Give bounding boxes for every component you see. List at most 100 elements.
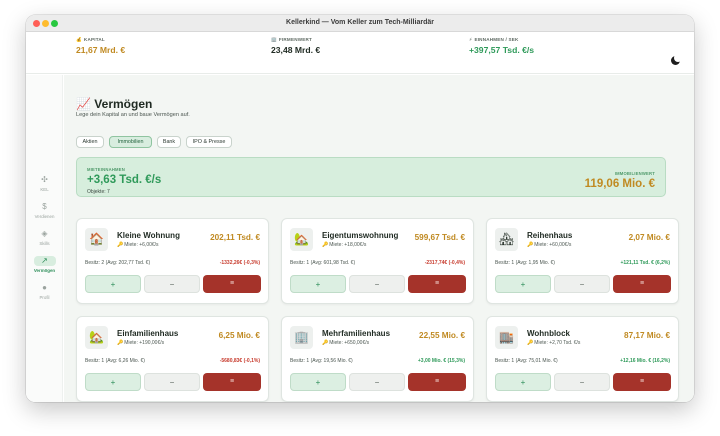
buy-button[interactable]: + [290,373,346,391]
sidebar-item-label: Profil [39,295,50,300]
key-icon: 🔑 [117,340,124,346]
property-name: Reihenhaus [527,231,573,240]
property-card: 🏠 Kleine Wohnung 🔑Miete: +6,00€/s 202,11 Ts… [76,218,269,304]
property-card: 🏬 Wohnblock 🔑Miete: +2,70 Tsd. €/s 87,17 Mi… [486,316,679,402]
page-title: 📈 Vermögen [76,97,153,111]
property-rent: 🔑Miete: +60,00€/s [527,242,572,248]
cross-icon: ✣ [41,175,48,184]
property-rent: 🔑Miete: +650,00€/s [322,340,370,346]
stat-einnahmen: ⚡ EINNAHMEN / SEK +397,57 Tsd. €/s [469,37,534,55]
property-change: +3,00 Mio. € (15,3%) [417,358,465,364]
key-icon: 🔑 [117,242,124,248]
property-rent: 🔑Miete: +18,00€/s [322,242,367,248]
property-rent: 🔑Miete: +6,00€/s [117,242,159,248]
rent-income-value: +3,63 Tsd. €/s [87,174,162,186]
sidebar-item-label: KEL [40,187,49,192]
sell-button[interactable]: − [349,373,405,391]
title-bar: Kellerkind — Vom Keller zum Tech-Milliar… [26,15,694,32]
sidebar-item-verdienen[interactable]: $ Verdienen [29,202,60,219]
sell-button[interactable]: − [554,275,610,293]
buy-button[interactable]: + [85,373,141,391]
house-icon: 🏢 [290,326,313,349]
sell-button[interactable]: − [144,275,200,293]
property-ownership: Besitz: 2 (Avg: 202,77 Tsd. €) [85,260,151,266]
house-icon: 🏬 [495,326,518,349]
layers-icon: ◈ [41,229,48,238]
chart-icon: 📈 [76,97,91,111]
sell-all-button[interactable]: ≡ [203,373,261,391]
property-value: 119,06 Mio. € [584,178,655,190]
buy-button[interactable]: + [85,275,141,293]
key-icon: 🔑 [322,340,329,346]
sell-button[interactable]: − [349,275,405,293]
sell-all-button[interactable]: ≡ [613,373,671,391]
sell-all-button[interactable]: ≡ [613,275,671,293]
tab-ipo-presse[interactable]: IPO & Presse [186,136,232,148]
property-name: Wohnblock [527,329,570,338]
property-change: -5680,83€ (-0,1%) [219,358,260,364]
buy-button[interactable]: + [495,373,551,391]
sidebar-item-kel[interactable]: ✣ KEL [29,175,60,192]
stat-label: EINNAHMEN / SEK [474,37,519,42]
sell-all-button[interactable]: ≡ [408,373,466,391]
sidebar-item-skills[interactable]: ◈ Skills [29,229,60,246]
property-price: 22,55 Mio. € [419,331,465,340]
stat-value: 21,67 Mrd. € [76,45,126,55]
house-icon: 🏡 [290,228,313,251]
property-name: Mehrfamilienhaus [322,329,391,338]
property-change: +121,11 Tsd. € (6,2%) [620,260,670,266]
property-value-label: IMMOBILIENWERT [614,171,655,176]
sidebar-item-vermoegen[interactable]: ↗ Vermögen [29,256,60,273]
property-card: 🏘 Reihenhaus 🔑Miete: +60,00€/s 2,07 Mio. € B… [486,218,679,304]
property-change: +12,16 Mio. € (16,2%) [620,358,670,364]
property-rent: 🔑Miete: +2,70 Tsd. €/s [527,340,581,346]
property-card: 🏡 Einfamilienhaus 🔑Miete: +190,00€/s 6,25 M… [76,316,269,402]
sell-all-button[interactable]: ≡ [203,275,261,293]
buy-button[interactable]: + [290,275,346,293]
lightning-icon: ⚡ [469,37,473,42]
property-card: 🏡 Eigentumswohnung 🔑Miete: +18,00€/s 599,67… [281,218,474,304]
property-ownership: Besitz: 1 (Avg: 75,01 Mio. €) [495,358,558,364]
dollar-icon: $ [42,202,47,211]
tab-aktien[interactable]: Aktien [76,136,104,148]
sidebar-item-label: Vermögen [33,268,56,273]
trend-up-icon: ↗ [33,256,56,266]
rent-summary-panel: MIETEINNAHMEN +3,63 Tsd. €/s Objekte: 7 … [76,157,666,197]
property-change: -1332,26€ (-0,3%) [219,260,260,266]
sell-all-button[interactable]: ≡ [408,275,466,293]
house-icon: 🏡 [85,326,108,349]
sidebar: ✣ KEL $ Verdienen ◈ Skills ↗ Vermögen ● … [26,75,63,402]
theme-toggle-moon-icon[interactable] [671,54,682,65]
property-ownership: Besitz: 1 (Avg: 6,26 Mio. €) [85,358,145,364]
sidebar-item-profil[interactable]: ● Profil [29,283,60,300]
property-name: Eigentumswohnung [322,231,399,240]
stat-value: +397,57 Tsd. €/s [469,45,535,55]
stat-kapital: 💰 KAPITAL 21,67 Mrd. € [76,37,125,55]
building-icon: 🏢 [271,37,277,42]
window-title: Kellerkind — Vom Keller zum Tech-Milliar… [286,19,434,26]
tab-immobilien[interactable]: Immobilien [109,136,152,148]
property-ownership: Besitz: 1 (Avg: 1,95 Mio. €) [495,260,555,266]
page-subtitle: Lege dein Kapital an und baue Vermögen a… [76,112,190,118]
property-price: 599,67 Tsd. € [414,233,465,242]
house-icon: 🏠 [85,228,108,251]
app-window: Kellerkind — Vom Keller zum Tech-Milliar… [26,15,694,402]
key-icon: 🔑 [322,242,329,248]
sidebar-item-label: Verdienen [34,214,55,219]
buy-button[interactable]: + [495,275,551,293]
stat-label: FIRMENWERT [278,37,313,42]
property-ownership: Besitz: 1 (Avg: 19,56 Mio. €) [290,358,353,364]
tab-bank[interactable]: Bank [157,136,181,148]
property-card: 🏢 Mehrfamilienhaus 🔑Miete: +650,00€/s 22,55… [281,316,474,402]
property-ownership: Besitz: 1 (Avg: 601,98 Tsd. €) [290,260,356,266]
money-bag-icon: 💰 [76,37,82,42]
key-icon: 🔑 [527,242,534,248]
sell-button[interactable]: − [554,373,610,391]
property-rent: 🔑Miete: +190,00€/s [117,340,165,346]
house-icon: 🏘 [495,228,518,251]
sidebar-item-label: Skills [39,241,50,246]
user-icon: ● [42,283,47,292]
sell-button[interactable]: − [144,373,200,391]
property-price: 2,07 Mio. € [628,233,670,242]
property-price: 6,25 Mio. € [218,331,260,340]
